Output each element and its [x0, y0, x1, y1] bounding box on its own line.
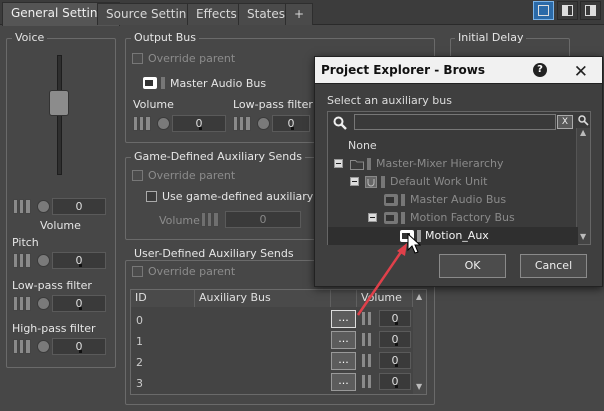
annotation-arrow — [356, 243, 407, 316]
mouse-cursor-icon — [407, 233, 421, 254]
